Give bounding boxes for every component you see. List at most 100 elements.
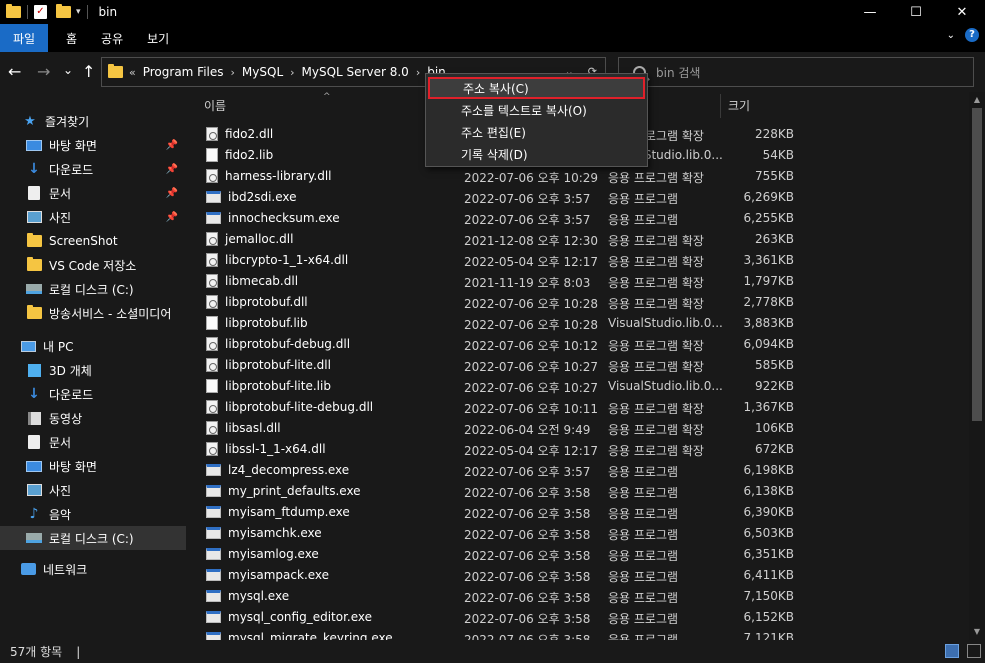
sidebar-item-desktop-pc[interactable]: 바탕 화면 <box>0 454 186 478</box>
file-row[interactable]: libprotobuf.dll 2022-07-06 오후 10:28 응용 프로그… <box>186 292 969 313</box>
file-name-cell[interactable]: libprotobuf.lib <box>206 316 308 330</box>
sidebar-item-3d-objects[interactable]: 3D 개체 <box>0 358 186 382</box>
sidebar-item-local-disk-pc[interactable]: 로컬 디스크 (C:) <box>0 526 186 550</box>
file-name-cell[interactable]: libsasl.dll <box>206 421 281 435</box>
menu-item-copy-address[interactable]: 주소 복사(C) <box>428 77 645 99</box>
file-row[interactable]: libprotobuf.lib 2022-07-06 오후 10:28 Visual… <box>186 313 969 334</box>
file-row[interactable]: libprotobuf-lite-debug.dll 2022-07-06 오후 … <box>186 397 969 418</box>
file-name-cell[interactable]: my_print_defaults.exe <box>206 484 361 498</box>
quick-access-dropdown-icon[interactable]: ▾ <box>76 7 81 17</box>
pin-icon[interactable]: 📌 <box>166 164 178 175</box>
pin-icon[interactable]: 📌 <box>166 140 178 151</box>
column-header-size[interactable]: 크기 <box>728 92 750 118</box>
file-name-cell[interactable]: myisamlog.exe <box>206 547 319 561</box>
file-name-cell[interactable]: myisampack.exe <box>206 568 329 582</box>
file-name-cell[interactable]: libcrypto-1_1-x64.dll <box>206 253 348 267</box>
file-name-cell[interactable]: mysql.exe <box>206 589 289 603</box>
scroll-thumb[interactable] <box>972 108 982 421</box>
file-row[interactable]: libmecab.dll 2021-11-19 오후 8:03 응용 프로그램 확장… <box>186 271 969 292</box>
sidebar-item-local-disk[interactable]: 로컬 디스크 (C:) <box>0 277 186 301</box>
file-name-cell[interactable]: libssl-1_1-x64.dll <box>206 442 326 456</box>
menu-item-copy-address-as-text[interactable]: 주소를 텍스트로 복사(O) <box>428 99 645 121</box>
recent-locations-button[interactable]: ⌄ <box>63 60 73 80</box>
search-placeholder[interactable]: bin 검색 <box>656 64 700 81</box>
file-name-cell[interactable]: harness-library.dll <box>206 169 332 183</box>
file-name-cell[interactable]: libprotobuf-lite-debug.dll <box>206 400 373 414</box>
file-row[interactable]: myisam_ftdump.exe 2022-07-06 오후 3:58 응용 프로… <box>186 502 969 523</box>
up-button[interactable]: ↑ <box>82 62 95 82</box>
file-name-cell[interactable]: myisamchk.exe <box>206 526 322 540</box>
vertical-scrollbar[interactable]: ▲ ▼ <box>969 92 985 640</box>
file-row[interactable]: innochecksum.exe 2022-07-06 오후 3:57 응용 프로그… <box>186 208 969 229</box>
file-row[interactable]: jemalloc.dll 2021-12-08 오후 12:30 응용 프로그램 확… <box>186 229 969 250</box>
file-name-cell[interactable]: libprotobuf-lite.dll <box>206 358 331 372</box>
file-name-cell[interactable]: mysql_config_editor.exe <box>206 610 372 624</box>
back-button[interactable]: ← <box>8 62 21 82</box>
column-header-name[interactable]: 이름 <box>204 92 226 118</box>
large-icons-view-button[interactable] <box>967 644 981 658</box>
menu-item-delete-history[interactable]: 기록 삭제(D) <box>428 143 645 165</box>
breadcrumb-overflow[interactable]: « <box>129 66 136 79</box>
tab-view[interactable]: 보기 <box>135 24 181 52</box>
file-name-cell[interactable]: libmecab.dll <box>206 274 298 288</box>
breadcrumb-separator[interactable]: › <box>416 66 420 79</box>
minimize-button[interactable]: — <box>847 0 893 24</box>
file-name-cell[interactable]: mysql_migrate_keyring.exe <box>206 631 393 640</box>
sidebar-item-music[interactable]: ♪ 음악 <box>0 502 186 526</box>
file-name-cell[interactable]: libprotobuf-debug.dll <box>206 337 350 351</box>
file-row[interactable]: libprotobuf-lite.dll 2022-07-06 오후 10:27 응… <box>186 355 969 376</box>
maximize-button[interactable]: ☐ <box>893 0 939 24</box>
new-folder-icon[interactable] <box>56 4 71 18</box>
sidebar-item-broadcast[interactable]: 방송서비스 - 소셜미디어 <box>0 301 186 325</box>
search-box[interactable]: bin 검색 <box>618 57 974 87</box>
scroll-down-button[interactable]: ▼ <box>969 624 985 640</box>
sidebar-item-downloads[interactable]: ↓ 다운로드 📌 <box>0 157 186 181</box>
file-row[interactable]: libssl-1_1-x64.dll 2022-05-04 오후 12:17 응용 … <box>186 439 969 460</box>
file-row[interactable]: harness-library.dll 2022-07-06 오후 10:29 응용… <box>186 166 969 187</box>
chevron-down-icon[interactable]: ⌄ <box>947 30 955 41</box>
help-icon[interactable]: ? <box>965 28 979 42</box>
file-row[interactable]: myisamlog.exe 2022-07-06 오후 3:58 응용 프로그램 6,… <box>186 544 969 565</box>
file-row[interactable]: libsasl.dll 2022-06-04 오전 9:49 응용 프로그램 확장 1… <box>186 418 969 439</box>
sidebar-item-desktop[interactable]: 바탕 화면 📌 <box>0 133 186 157</box>
sidebar-item-quick-access[interactable]: ★ 즐겨찾기 <box>0 109 186 133</box>
tab-home[interactable]: 홈 <box>54 24 89 52</box>
scroll-up-button[interactable]: ▲ <box>969 92 985 108</box>
sidebar-item-screenshot[interactable]: ScreenShot <box>0 229 186 253</box>
sidebar-item-pictures-pc[interactable]: 사진 <box>0 478 186 502</box>
properties-icon[interactable]: ✓ <box>34 5 47 19</box>
pin-icon[interactable]: 📌 <box>166 188 178 199</box>
file-row[interactable]: my_print_defaults.exe 2022-07-06 오후 3:58 응… <box>186 481 969 502</box>
file-name-cell[interactable]: myisam_ftdump.exe <box>206 505 350 519</box>
file-row[interactable]: myisamchk.exe 2022-07-06 오후 3:58 응용 프로그램 6,… <box>186 523 969 544</box>
file-row[interactable]: libprotobuf-lite.lib 2022-07-06 오후 10:27 V… <box>186 376 969 397</box>
file-row[interactable]: libcrypto-1_1-x64.dll 2022-05-04 오후 12:17… <box>186 250 969 271</box>
file-name-cell[interactable]: libprotobuf-lite.lib <box>206 379 331 393</box>
file-row[interactable]: mysql_config_editor.exe 2022-07-06 오후 3:5… <box>186 607 969 628</box>
file-name-cell[interactable]: libprotobuf.dll <box>206 295 308 309</box>
file-name-cell[interactable]: innochecksum.exe <box>206 211 340 225</box>
file-name-cell[interactable]: ibd2sdi.exe <box>206 190 297 204</box>
column-divider[interactable] <box>720 94 721 118</box>
file-name-cell[interactable]: fido2.lib <box>206 148 273 162</box>
close-button[interactable]: ✕ <box>939 0 985 24</box>
sidebar-item-this-pc[interactable]: 내 PC <box>0 334 186 358</box>
breadcrumb-item[interactable]: Program Files <box>143 65 224 79</box>
menu-item-edit-address[interactable]: 주소 편집(E) <box>428 121 645 143</box>
file-row[interactable]: libprotobuf-debug.dll 2022-07-06 오후 10:12… <box>186 334 969 355</box>
file-row[interactable]: ibd2sdi.exe 2022-07-06 오후 3:57 응용 프로그램 6,26… <box>186 187 969 208</box>
file-name-cell[interactable]: fido2.dll <box>206 127 273 141</box>
breadcrumb-item[interactable]: MySQL <box>242 65 283 79</box>
sidebar-item-videos[interactable]: 동영상 <box>0 406 186 430</box>
tab-file[interactable]: 파일 <box>0 24 48 52</box>
sidebar-item-documents-pc[interactable]: 문서 <box>0 430 186 454</box>
pin-icon[interactable]: 📌 <box>166 212 178 223</box>
sidebar-item-documents[interactable]: 문서 📌 <box>0 181 186 205</box>
breadcrumb-item[interactable]: MySQL Server 8.0 <box>302 65 409 79</box>
breadcrumb-separator[interactable]: › <box>290 66 294 79</box>
file-row[interactable]: lz4_decompress.exe 2022-07-06 오후 3:57 응용 프… <box>186 460 969 481</box>
forward-button[interactable]: → <box>37 62 50 82</box>
details-view-button[interactable] <box>945 644 959 658</box>
sidebar-item-network[interactable]: 네트워크 <box>0 557 186 581</box>
file-name-cell[interactable]: lz4_decompress.exe <box>206 463 349 477</box>
